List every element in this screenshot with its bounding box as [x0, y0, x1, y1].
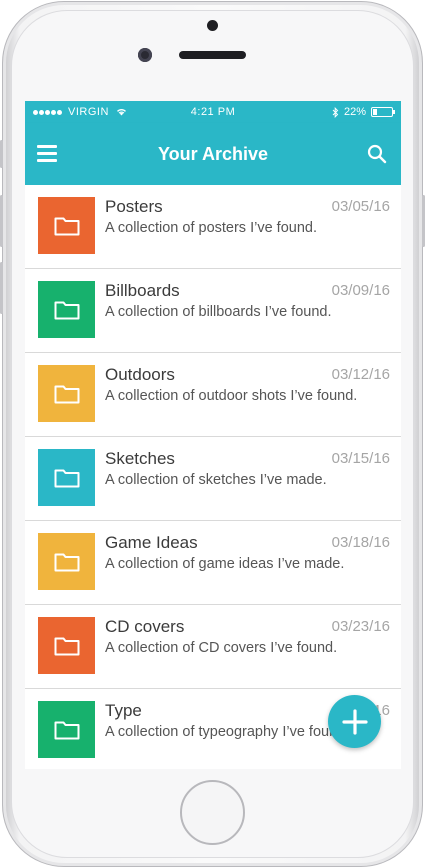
folder-tile [38, 197, 95, 254]
item-description: A collection of outdoor shots I’ve found… [105, 388, 358, 404]
item-description: A collection of sketches I’ve made. [105, 472, 327, 488]
item-description: A collection of billboards I’ve found. [105, 304, 332, 320]
item-date: 03/09/16 [331, 282, 390, 299]
item-title: Billboards [105, 281, 180, 300]
item-description: A collection of posters I’ve found. [105, 220, 317, 236]
folder-tile [38, 365, 95, 422]
item-date: 03/18/16 [331, 534, 390, 551]
add-archive-button[interactable] [328, 695, 381, 748]
item-date: 03/05/16 [331, 198, 390, 215]
item-description: A collection of game ideas I’ve made. [105, 556, 345, 572]
item-date: 03/23/16 [331, 618, 390, 635]
item-title: CD covers [105, 617, 185, 636]
search-icon[interactable] [367, 144, 387, 164]
item-title: Type [105, 701, 142, 720]
folder-icon [54, 553, 79, 571]
item-title: Game Ideas [105, 533, 198, 552]
folder-icon [54, 217, 79, 235]
plus-icon [341, 708, 368, 735]
item-description: A collection of CD covers I’ve found. [105, 640, 338, 656]
folder-icon [54, 469, 79, 487]
front-camera [138, 48, 152, 62]
archive-list-item[interactable]: Billboards 03/09/16 A collection of billbo… [25, 269, 401, 353]
bluetooth-icon [332, 106, 339, 118]
archive-list-item[interactable]: Sketches 03/15/16 A collection of sketches… [25, 437, 401, 521]
archive-list-item[interactable]: Outdoors 03/12/16 A collection of outdoor … [25, 353, 401, 437]
item-title: Sketches [105, 449, 175, 468]
proximity-sensor [207, 20, 218, 31]
status-bar: VIRGIN 4:21 PM 22% [25, 101, 401, 123]
archive-list-item[interactable]: Game Ideas 03/18/16 A collection of game i… [25, 521, 401, 605]
folder-tile [38, 617, 95, 674]
item-title: Posters [105, 197, 163, 216]
battery-percentage: 22% [343, 106, 366, 118]
wifi-icon [116, 108, 126, 116]
screen: VIRGIN 4:21 PM 22% Your Archive Posters 0… [25, 101, 401, 769]
volume-down-button [0, 262, 3, 314]
carrier-name: VIRGIN [68, 106, 109, 118]
folder-tile [38, 281, 95, 338]
folder-icon [54, 637, 79, 655]
app-bar: Your Archive [25, 123, 401, 185]
item-date: 03/15/16 [331, 450, 390, 467]
folder-tile [38, 449, 95, 506]
signal-strength-icon [33, 109, 62, 115]
item-title: Outdoors [105, 365, 175, 384]
folder-icon [54, 301, 79, 319]
page-title: Your Archive [157, 143, 269, 164]
folder-tile [38, 701, 95, 758]
folder-tile [38, 533, 95, 590]
archive-list-item[interactable]: CD covers 03/23/16 A collection of CD cove… [25, 605, 401, 689]
battery-icon [371, 107, 395, 117]
volume-up-button [0, 195, 3, 247]
folder-icon [54, 385, 79, 403]
hamburger-menu-icon[interactable] [37, 145, 57, 163]
archive-list-item[interactable]: Posters 03/05/16 A collection of posters I… [25, 185, 401, 269]
folder-icon [54, 721, 79, 739]
item-description: A collection of typeography I’ve found. [105, 724, 350, 740]
home-button[interactable] [180, 780, 245, 845]
mute-switch [0, 140, 3, 168]
archive-list: Posters 03/05/16 A collection of posters I… [25, 185, 401, 769]
earpiece-speaker [179, 51, 246, 59]
item-date: 03/12/16 [331, 366, 390, 383]
